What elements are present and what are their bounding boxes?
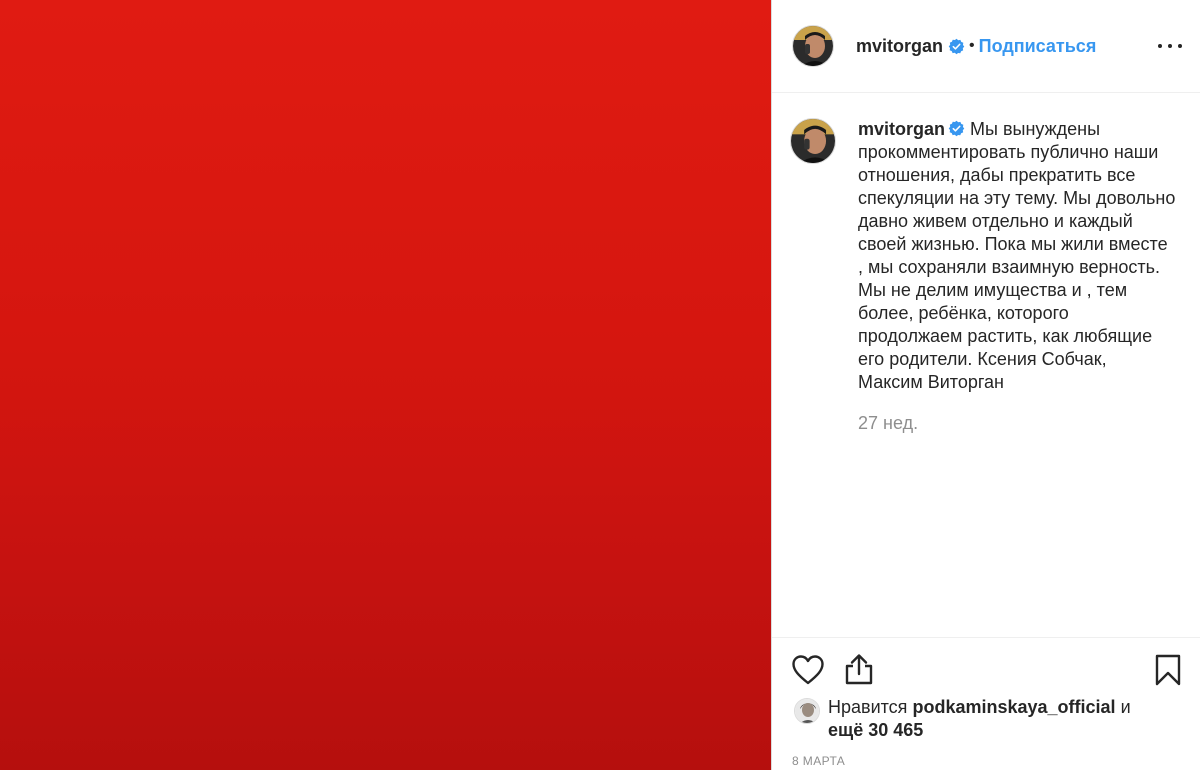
post-caption: mvitorgan Мы вынуждены прокомментировать… [790,118,1180,434]
post-actions: Нравится podkaminskaya_official и ещё 30… [772,637,1200,770]
bookmark-icon[interactable] [1155,654,1181,691]
liker-avatar[interactable] [794,698,820,724]
caption-avatar[interactable] [790,118,836,164]
caption-username[interactable]: mvitorgan [858,119,945,139]
caption-body: mvitorgan Мы вынуждены прокомментировать… [858,118,1176,394]
more-dot [1178,44,1182,48]
likes-and: и [1120,697,1131,717]
verified-badge-icon [948,38,965,55]
post-date[interactable]: 8 марта [792,754,845,768]
likes-text: Нравится podkaminskaya_official и ещё 30… [828,696,1158,742]
header-separator: • [969,37,975,54]
caption-text: Мы вынуждены прокомментировать публично … [858,119,1176,392]
header-username[interactable]: mvitorgan [856,36,943,57]
likes-prefix: Нравится [828,697,908,717]
more-dot [1168,44,1172,48]
post-image[interactable] [0,0,771,770]
caption-time-ago[interactable]: 27 нед. [858,413,1180,434]
liker-username[interactable]: podkaminskaya_official [912,697,1115,717]
likes-summary: Нравится podkaminskaya_official и ещё 30… [794,696,1158,742]
post-header: mvitorgan • Подписаться [772,0,1200,93]
author-avatar[interactable] [792,25,834,67]
likes-count[interactable]: ещё 30 465 [828,720,923,740]
share-icon[interactable] [844,653,874,690]
follow-button[interactable]: Подписаться [979,36,1097,57]
post-sidebar: mvitorgan • Подписаться mvitorgan Мы вын… [771,0,1200,770]
more-options-icon[interactable] [1158,35,1182,57]
more-dot [1158,44,1162,48]
instagram-post: mvitorgan • Подписаться mvitorgan Мы вын… [0,0,1200,770]
verified-badge-icon [948,120,965,137]
heart-icon[interactable] [792,655,824,690]
